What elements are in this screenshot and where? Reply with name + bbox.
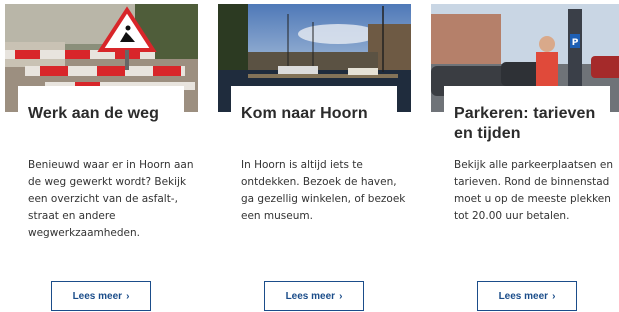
lees-meer-button[interactable]: Lees meer › [51,281,151,311]
card-roadwork: Werk aan de weg Benieuwd waar er in Hoor… [5,0,198,312]
button-label: Lees meer [285,290,336,302]
card-title: Parkeren: tarieven en tijden [454,105,596,142]
card-title: Kom naar Hoorn [241,105,368,122]
card-title: Werk aan de weg [28,105,160,122]
svg-text:P: P [572,38,579,48]
card-kom-naar-hoorn: Kom naar Hoorn In Hoorn is altijd iets t… [218,0,411,312]
card-parkeren: P Parkeren: tarieven en tijden Bekijk al… [431,0,619,312]
chevron-right-icon: › [552,290,556,302]
card-title-box: Werk aan de weg [18,86,184,124]
lees-meer-button[interactable]: Lees meer › [264,281,364,311]
card-description: Benieuwd waar er in Hoorn aan de weg gew… [28,159,194,239]
chevron-right-icon: › [126,290,130,302]
card-title-box: Kom naar Hoorn [231,86,397,124]
card-description: In Hoorn is altijd iets te ontdekken. Be… [241,159,406,222]
card-description: Bekijk alle parkeerplaatsen en tarieven.… [454,159,614,222]
button-label: Lees meer [498,290,549,302]
card-title-box: Parkeren: tarieven en tijden [444,86,610,144]
button-label: Lees meer [72,290,123,302]
lees-meer-button[interactable]: Lees meer › [477,281,577,311]
chevron-right-icon: › [339,290,343,302]
